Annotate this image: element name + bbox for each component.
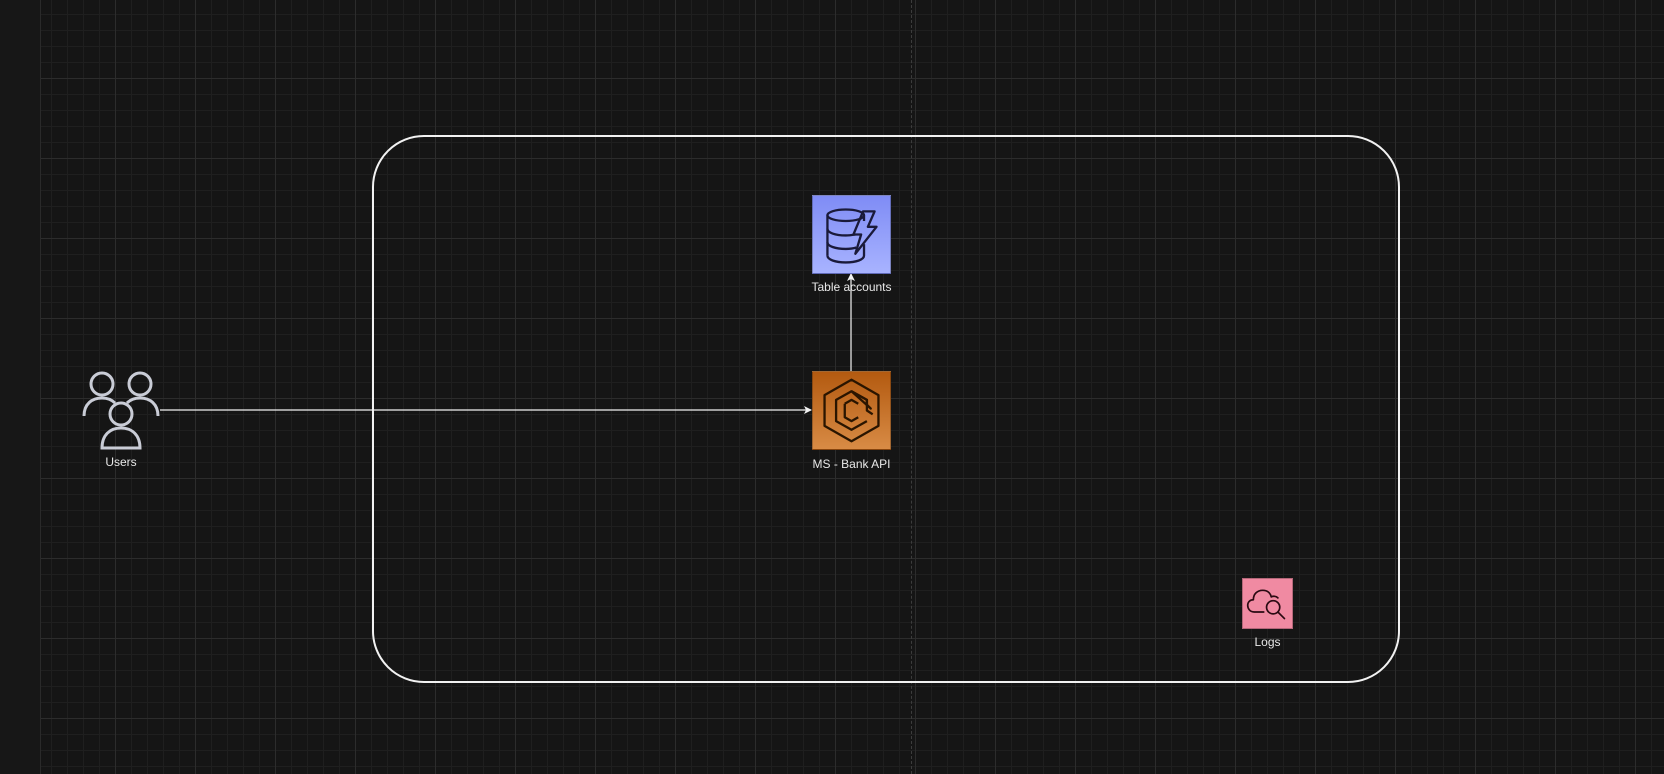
users-icon [82,370,160,450]
ms-bank-api-tile [812,371,891,450]
node-logs[interactable]: Logs [1242,578,1293,649]
logs-tile [1242,578,1293,629]
logs-label: Logs [1254,635,1281,649]
cloudwatch-logs-icon [1246,589,1286,620]
left-sidebar-strip [0,0,41,774]
users-label: Users [105,455,137,469]
node-ms-bank-api[interactable]: MS - Bank API [812,371,891,471]
dynamodb-icon [826,208,878,264]
node-table-accounts[interactable]: Table accounts [811,195,892,294]
node-users[interactable]: Users [82,370,160,469]
ms-bank-api-label: MS - Bank API [812,457,891,471]
table-accounts-label: Table accounts [811,280,892,294]
table-accounts-tile [812,195,891,274]
ecs-container-icon [823,378,880,443]
diagram-app: Users Table accounts MS - Bank API Logs [0,0,1664,774]
